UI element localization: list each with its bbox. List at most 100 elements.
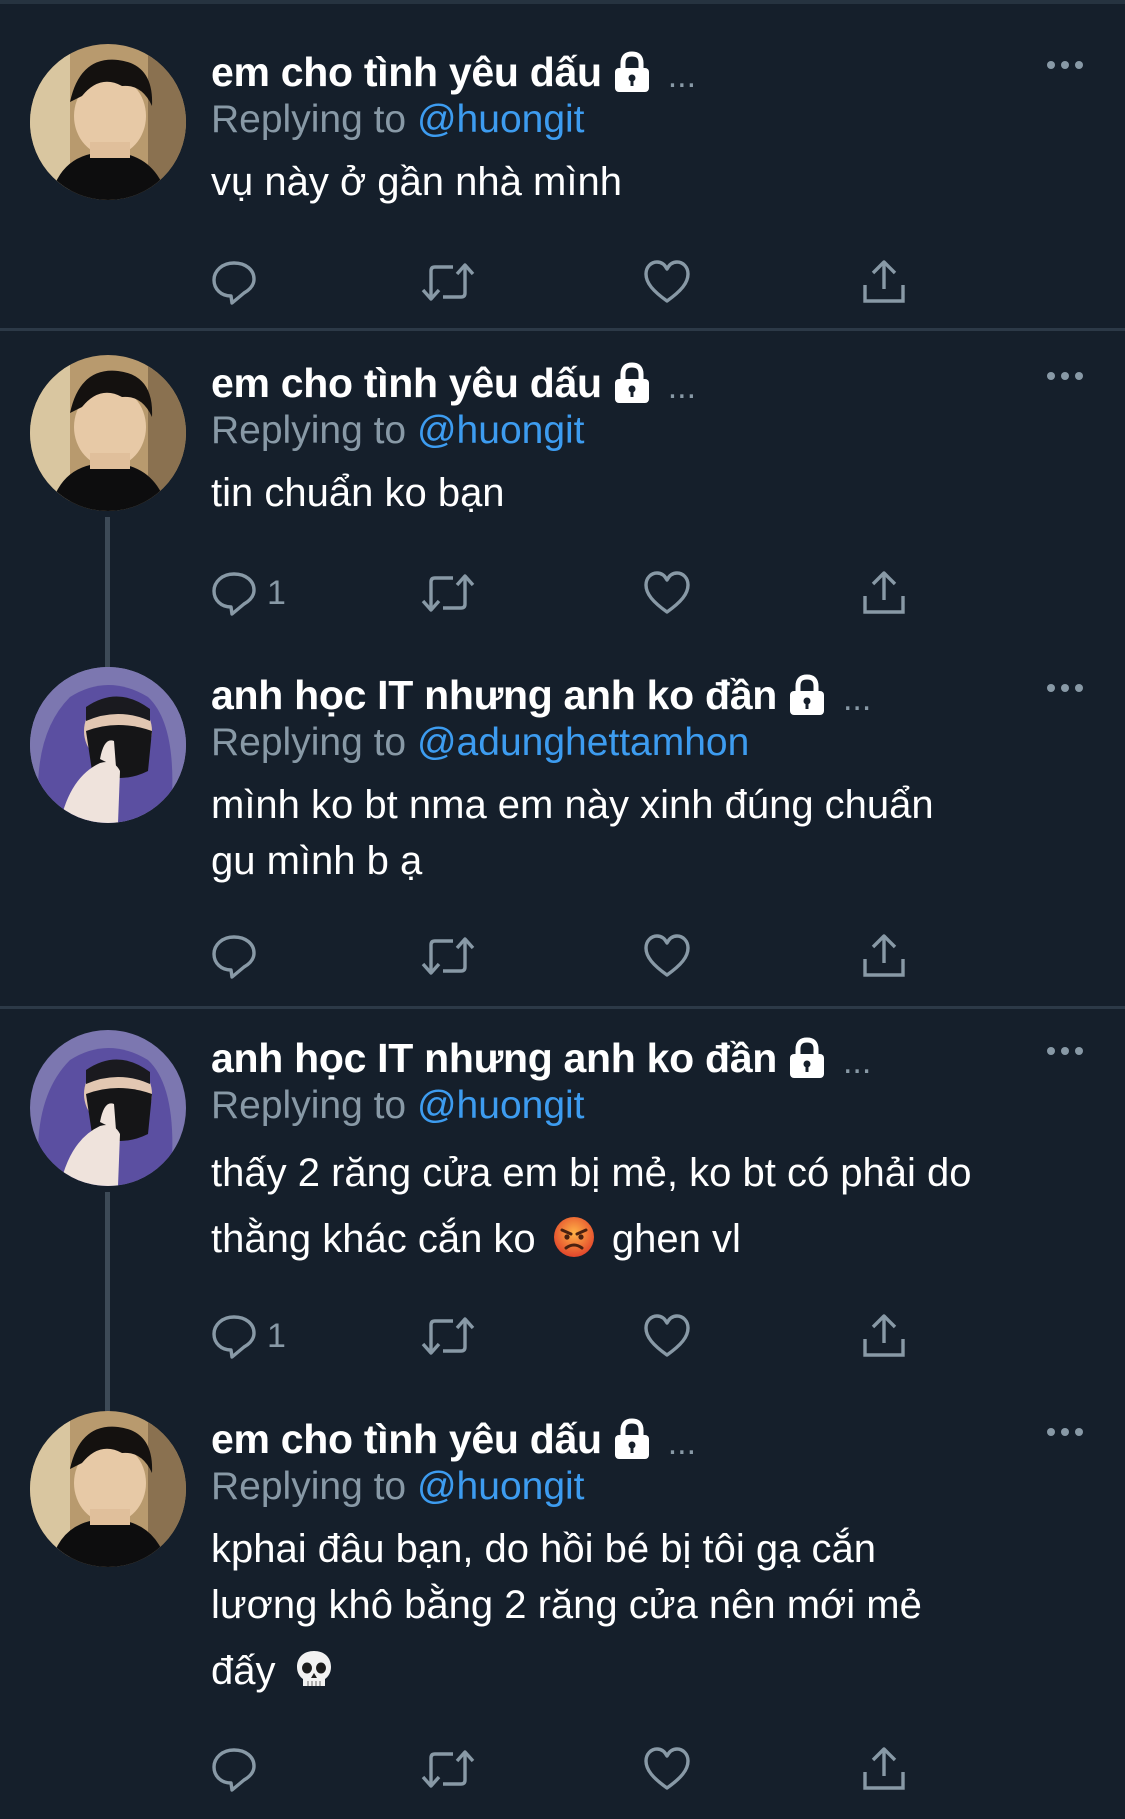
- tweet-header: anh học IT nhưng anh ko đần ...: [211, 1030, 1085, 1086]
- like-button[interactable]: [643, 252, 691, 312]
- share-button[interactable]: [861, 1739, 907, 1799]
- more-options-icon[interactable]: [1045, 58, 1085, 72]
- tweet-text-line: mình ko bt nma em này xinh đúng chuẩn: [211, 783, 934, 827]
- tweet-text-segment: thằng khác cắn ko: [211, 1217, 536, 1261]
- reply-button[interactable]: 1: [211, 563, 286, 623]
- retweet-button[interactable]: [421, 1306, 475, 1366]
- more-options-icon[interactable]: [1045, 1425, 1085, 1439]
- replying-to-label: Replying to: [211, 721, 407, 764]
- more-options-icon[interactable]: [1045, 1044, 1085, 1058]
- mention-link[interactable]: @huongit: [417, 409, 585, 452]
- retweet-icon: [421, 263, 475, 301]
- display-name[interactable]: em cho tình yêu dấu: [211, 49, 602, 96]
- more-options-icon[interactable]: [1045, 369, 1085, 383]
- reply-button[interactable]: [211, 252, 267, 312]
- avatar-boy[interactable]: [30, 1411, 186, 1567]
- retweet-icon: [421, 937, 475, 975]
- angry-face-emoji: [553, 1217, 594, 1257]
- reply-button[interactable]: 1: [211, 1306, 286, 1366]
- replying-to-label: Replying to: [211, 98, 407, 141]
- tweet-actions: 1: [211, 563, 931, 623]
- tweet-actions: [211, 926, 931, 986]
- lock-icon: [789, 1037, 824, 1078]
- replying-to: Replying to @huongit: [211, 94, 1085, 146]
- tweet-content: em cho tình yêu dấu ... Replying to @huo…: [211, 44, 1085, 210]
- reply-icon: [212, 935, 256, 979]
- display-name[interactable]: em cho tình yêu dấu: [211, 1416, 602, 1463]
- avatar-boy[interactable]: [30, 355, 186, 511]
- replying-to-label: Replying to: [211, 1084, 407, 1127]
- tweet-content: anh học IT nhưng anh ko đần ... Replying…: [211, 1030, 1085, 1272]
- share-icon: [863, 1314, 905, 1357]
- like-button[interactable]: [643, 926, 691, 986]
- display-name[interactable]: anh học IT nhưng anh ko đần: [211, 1035, 777, 1082]
- heart-icon: [644, 1747, 690, 1790]
- like-button[interactable]: [643, 1306, 691, 1366]
- retweet-button[interactable]: [421, 1739, 475, 1799]
- retweet-button[interactable]: [421, 563, 475, 623]
- replying-to: Replying to @huongit: [211, 405, 1085, 457]
- handle-truncated: ...: [842, 1042, 872, 1081]
- share-button[interactable]: [861, 252, 907, 312]
- tweet-text-line-with-emoji: thằng khác cắn ko ghen vl: [211, 1206, 1085, 1272]
- like-button[interactable]: [643, 563, 691, 623]
- avatar-boy[interactable]: [30, 44, 186, 200]
- retweet-button[interactable]: [421, 252, 475, 312]
- avatar-masked[interactable]: [30, 1030, 186, 1186]
- tweet-text: thấy 2 răng cửa em bị mẻ, ko bt có phải …: [211, 1140, 1085, 1272]
- tweet-1[interactable]: em cho tình yêu dấu ... Replying to @huo…: [0, 0, 1125, 331]
- handle-truncated: ...: [667, 1423, 697, 1462]
- share-icon: [863, 571, 905, 614]
- more-options-icon[interactable]: [1045, 681, 1085, 695]
- tweet-text: tin chuẩn ko bạn: [211, 465, 1085, 521]
- replying-to: Replying to @huongit: [211, 1080, 1085, 1132]
- share-icon: [863, 934, 905, 977]
- avatar-masked[interactable]: [30, 667, 186, 823]
- share-button[interactable]: [861, 1306, 907, 1366]
- retweet-icon: [421, 1750, 475, 1788]
- tweet-text-line: gu mình b ạ: [211, 839, 423, 883]
- tweet-text-line: lương khô bằng 2 răng cửa nên mới mẻ: [211, 1583, 922, 1627]
- tweet-header: anh học IT nhưng anh ko đần ...: [211, 667, 1085, 723]
- tweet-text-segment: ghen vl: [611, 1217, 741, 1261]
- tweet-text-line: tin chuẩn ko bạn: [211, 471, 505, 515]
- mention-link[interactable]: @huongit: [417, 98, 585, 141]
- retweet-icon: [421, 1317, 475, 1355]
- handle-truncated: ...: [667, 56, 697, 95]
- like-button[interactable]: [643, 1739, 691, 1799]
- tweet-4[interactable]: anh học IT nhưng anh ko đần ... Replying…: [0, 986, 1125, 1414]
- reply-count: 1: [267, 1316, 286, 1355]
- replying-to-label: Replying to: [211, 409, 407, 452]
- tweet-text-line: thấy 2 răng cửa em bị mẻ, ko bt có phải …: [211, 1151, 972, 1195]
- reply-button[interactable]: [211, 1739, 267, 1799]
- tweet-3[interactable]: anh học IT nhưng anh ko đần ... Replying…: [0, 623, 1125, 1009]
- display-name[interactable]: em cho tình yêu dấu: [211, 360, 602, 407]
- replying-to: Replying to @huongit: [211, 1461, 1085, 1513]
- share-icon: [863, 260, 905, 303]
- tweet-content: em cho tình yêu dấu ... Replying to @huo…: [211, 1411, 1085, 1699]
- tweet-header: em cho tình yêu dấu ...: [211, 44, 1085, 100]
- tweet-text: mình ko bt nma em này xinh đúng chuẩn gu…: [211, 777, 1085, 889]
- share-button[interactable]: [861, 563, 907, 623]
- lock-icon: [614, 51, 649, 92]
- mention-link[interactable]: @huongit: [417, 1084, 585, 1127]
- tweet-header: em cho tình yêu dấu ...: [211, 355, 1085, 411]
- reply-icon: [212, 1315, 256, 1359]
- replying-to: Replying to @adunghettamhon: [211, 717, 1085, 769]
- tweet-text: kphai đâu bạn, do hồi bé bị tôi gạ cắn l…: [211, 1521, 1085, 1699]
- mention-link[interactable]: @huongit: [417, 1465, 585, 1508]
- mention-link[interactable]: @adunghettamhon: [417, 721, 749, 764]
- tweet-content: em cho tình yêu dấu ... Replying to @huo…: [211, 355, 1085, 521]
- heart-icon: [644, 571, 690, 614]
- retweet-button[interactable]: [421, 926, 475, 986]
- tweet-content: anh học IT nhưng anh ko đần ... Replying…: [211, 667, 1085, 889]
- share-icon: [863, 1747, 905, 1790]
- share-button[interactable]: [861, 926, 907, 986]
- tweet-2[interactable]: em cho tình yêu dấu ... Replying to @huo…: [0, 311, 1125, 669]
- retweet-icon: [421, 574, 475, 612]
- heart-icon: [644, 260, 690, 303]
- reply-button[interactable]: [211, 926, 267, 986]
- display-name[interactable]: anh học IT nhưng anh ko đần: [211, 672, 777, 719]
- heart-icon: [644, 1314, 690, 1357]
- tweet-5[interactable]: em cho tình yêu dấu ... Replying to @huo…: [0, 1367, 1125, 1819]
